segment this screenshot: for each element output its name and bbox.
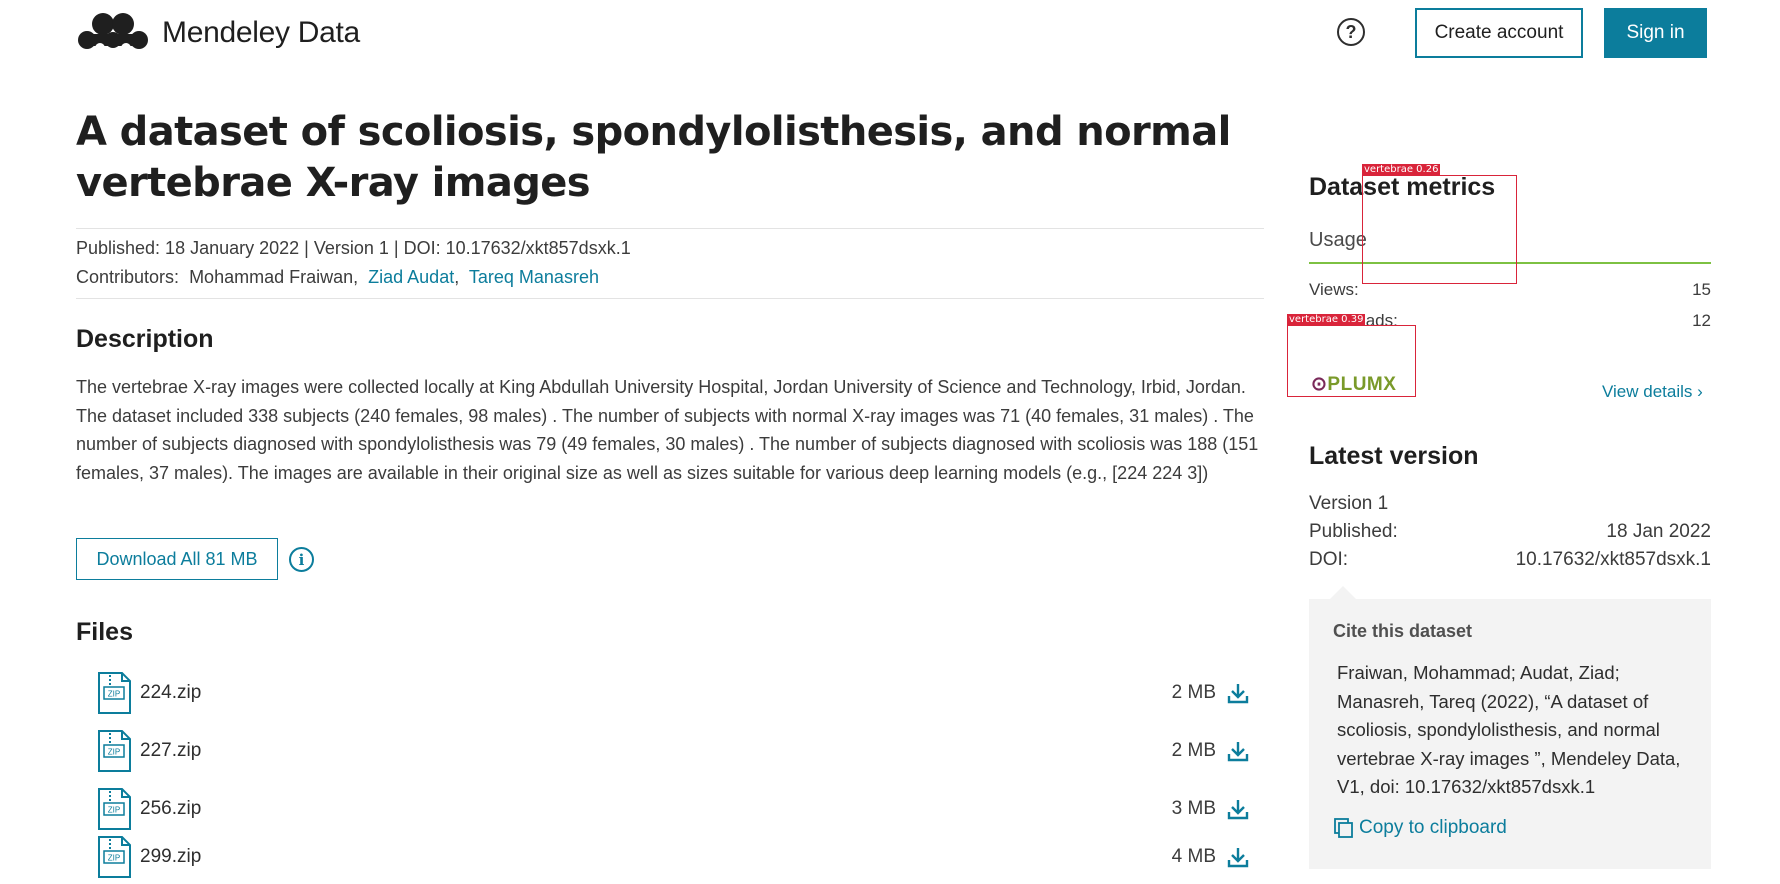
- download-all-button[interactable]: Download All 81 MB: [76, 538, 278, 580]
- file-size: 2 MB: [1171, 682, 1216, 703]
- overlay-label: vertebrae 0.39: [1287, 314, 1366, 325]
- svg-text:ZIP: ZIP: [108, 854, 120, 863]
- description-heading: Description: [76, 325, 214, 353]
- copy-to-clipboard-button[interactable]: Copy to clipboard: [1333, 817, 1507, 839]
- zip-file-icon: ZIP: [98, 672, 131, 714]
- download-icon[interactable]: [1226, 739, 1250, 763]
- cite-notch: [1330, 586, 1356, 599]
- version-row: Version 1: [1309, 493, 1711, 515]
- copy-icon: [1334, 818, 1353, 838]
- contributor-link[interactable]: Tareq Manasreh: [469, 267, 599, 287]
- contributors: Contributors: Mohammad Fraiwan, Ziad Aud…: [76, 267, 599, 287]
- mendeley-logo-icon: [78, 13, 148, 53]
- overlay-box: [1287, 325, 1416, 397]
- version-label: Version 1: [1309, 493, 1389, 514]
- doi-row: DOI: 10.17632/xkt857dsxk.1: [1309, 549, 1711, 571]
- usage-label: Usage: [1309, 229, 1367, 251]
- latest-version-heading: Latest version: [1309, 442, 1479, 470]
- page-title: A dataset of scoliosis, spondylolisthesi…: [76, 109, 1231, 206]
- cite-panel: Cite this dataset Fraiwan, Mohammad; Aud…: [1309, 599, 1711, 869]
- zip-file-icon: ZIP: [98, 788, 131, 830]
- published-label: Published:: [1309, 521, 1398, 542]
- overlay-label: vertebrae 0.26: [1362, 164, 1441, 175]
- files-heading: Files: [76, 618, 133, 646]
- svg-text:ZIP: ZIP: [108, 806, 120, 815]
- file-size: 4 MB: [1171, 846, 1216, 867]
- download-icon[interactable]: [1226, 845, 1250, 869]
- view-details-link[interactable]: View details ›: [1602, 382, 1703, 402]
- file-name[interactable]: 299.zip: [140, 846, 201, 868]
- file-name[interactable]: 256.zip: [140, 798, 201, 820]
- svg-text:ZIP: ZIP: [108, 690, 120, 699]
- doi-label: DOI:: [1309, 549, 1349, 570]
- file-name[interactable]: 224.zip: [140, 682, 201, 704]
- views-label: Views:: [1309, 280, 1359, 299]
- file-row[interactable]: ZIP 256.zip 3 MB: [96, 784, 1250, 834]
- file-size: 2 MB: [1171, 740, 1216, 761]
- description-text: The vertebrae X-ray images were collecte…: [76, 377, 1259, 483]
- file-name[interactable]: 227.zip: [140, 740, 201, 762]
- sign-in-button[interactable]: Sign in: [1604, 8, 1707, 58]
- published-row: Published: 18 Jan 2022: [1309, 521, 1711, 543]
- contributor-link[interactable]: Ziad Audat: [368, 267, 454, 287]
- info-icon[interactable]: i: [289, 547, 314, 572]
- download-icon[interactable]: [1226, 797, 1250, 821]
- app-name: Mendeley Data: [162, 16, 360, 49]
- svg-text:ZIP: ZIP: [108, 748, 120, 757]
- cite-title: Cite this dataset: [1333, 621, 1473, 641]
- contributor-name: Mohammad Fraiwan: [189, 267, 354, 287]
- downloads-value: 12: [1692, 311, 1711, 330]
- published-value: 18 Jan 2022: [1606, 521, 1711, 542]
- file-row[interactable]: ZIP 227.zip 2 MB: [96, 726, 1250, 776]
- file-row[interactable]: ZIP 224.zip 2 MB: [96, 668, 1250, 718]
- published-info: Published: 18 January 2022 | Version 1 |…: [76, 238, 631, 258]
- zip-file-icon: ZIP: [98, 730, 131, 772]
- views-value: 15: [1692, 280, 1711, 299]
- mendeley-logo[interactable]: Mendeley Data: [76, 12, 360, 54]
- contributors-label: Contributors:: [76, 267, 180, 287]
- divider: [76, 298, 1264, 299]
- create-account-button[interactable]: Create account: [1415, 8, 1583, 58]
- doi-value: 10.17632/xkt857dsxk.1: [1515, 549, 1711, 570]
- copy-label: Copy to clipboard: [1359, 817, 1507, 838]
- zip-file-icon: ZIP: [98, 836, 131, 878]
- overlay-box: [1362, 175, 1517, 284]
- file-row[interactable]: ZIP 299.zip 4 MB: [96, 832, 1250, 882]
- help-icon[interactable]: ?: [1337, 18, 1365, 46]
- file-size: 3 MB: [1171, 798, 1216, 819]
- divider: [76, 228, 1264, 229]
- citation-text: Fraiwan, Mohammad; Audat, Ziad; Manasreh…: [1337, 662, 1681, 797]
- download-icon[interactable]: [1226, 681, 1250, 705]
